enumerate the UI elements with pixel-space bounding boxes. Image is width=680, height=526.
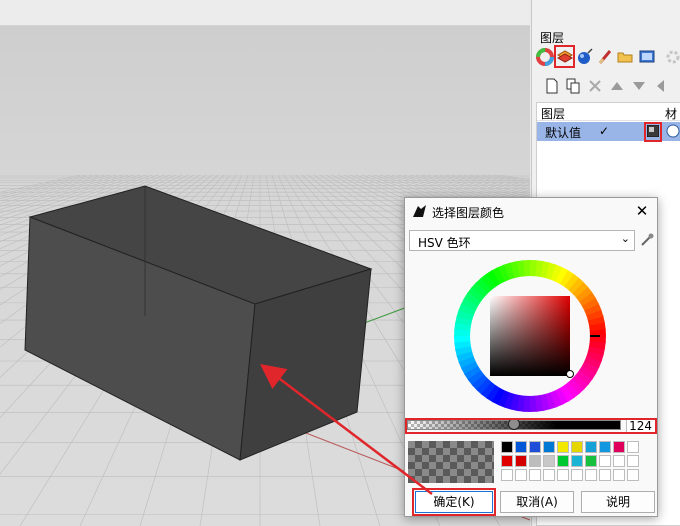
color-swatch[interactable] [571,441,583,453]
eyedropper-icon[interactable] [639,232,655,248]
color-mode-select[interactable]: HSV 色环 ⌄ [409,230,635,251]
new-layer-icon[interactable] [544,78,560,94]
color-wheel-icon[interactable] [536,48,554,66]
empty-swatch[interactable] [543,469,555,481]
folder-icon[interactable] [616,48,634,66]
color-swatch[interactable] [627,441,639,453]
color-swatch[interactable] [557,441,569,453]
delete-icon[interactable] [587,78,603,94]
color-swatch[interactable] [599,441,611,453]
empty-swatch[interactable] [599,469,611,481]
color-swatch[interactable] [529,441,541,453]
color-swatch[interactable] [515,441,527,453]
chevron-down-icon: ⌄ [620,232,630,245]
color-swatch[interactable] [585,455,597,467]
display-icon[interactable] [638,48,656,66]
move-down-icon[interactable] [631,78,647,94]
color-swatch[interactable] [543,441,555,453]
rhino-logo-icon [413,205,426,217]
select-layer-color-dialog: 选择图层颜色 ✕ HSV 色环 ⌄ 124 确定(K) 取消(A) 说明 [404,197,658,517]
color-swatch[interactable] [613,455,625,467]
current-layer-check[interactable]: ✓ [599,124,609,138]
color-swatch[interactable] [529,455,541,467]
color-swatch[interactable] [543,455,555,467]
color-preview [408,441,494,483]
empty-swatch[interactable] [515,469,527,481]
list-header: 图层 材 [537,103,680,121]
alpha-row-highlight [405,418,657,434]
render-icon[interactable] [576,48,594,66]
empty-swatch[interactable] [627,469,639,481]
empty-swatch[interactable] [571,469,583,481]
empty-swatch[interactable] [585,469,597,481]
box-object[interactable] [24,185,373,461]
color-swatch[interactable] [613,441,625,453]
color-swatch[interactable] [585,441,597,453]
saturation-value-marker [566,370,574,378]
material-circle-icon[interactable] [666,124,680,138]
color-swatch[interactable] [627,455,639,467]
empty-swatch[interactable] [613,469,625,481]
brush-icon[interactable] [596,48,614,66]
column-material[interactable]: 材 [665,105,677,122]
move-up-icon[interactable] [609,78,625,94]
color-swatch[interactable] [571,455,583,467]
layers-tab-highlight [554,45,575,68]
left-icon[interactable] [653,78,669,94]
layer-name[interactable]: 默认值 [545,124,581,141]
cancel-button[interactable]: 取消(A) [500,491,574,513]
color-swatch[interactable] [557,455,569,467]
dialog-title: 选择图层颜色 [432,206,505,220]
panel-title: 图层 [540,31,565,45]
empty-swatch[interactable] [501,469,513,481]
color-swatch[interactable] [501,455,513,467]
color-swatch[interactable] [501,441,513,453]
hsv-color-wheel[interactable] [452,258,608,414]
empty-swatch[interactable] [529,469,541,481]
close-icon[interactable]: ✕ [633,202,651,220]
copy-icon[interactable] [565,78,581,94]
column-layer[interactable]: 图层 [541,105,565,122]
ok-button-highlight [412,488,496,516]
help-button[interactable]: 说明 [581,491,655,513]
empty-swatch[interactable] [557,469,569,481]
color-swatch[interactable] [599,455,611,467]
swatch-highlight [644,122,662,142]
color-mode-value: HSV 色环 [418,236,471,250]
gear-icon[interactable] [664,48,680,66]
color-swatch[interactable] [515,455,527,467]
